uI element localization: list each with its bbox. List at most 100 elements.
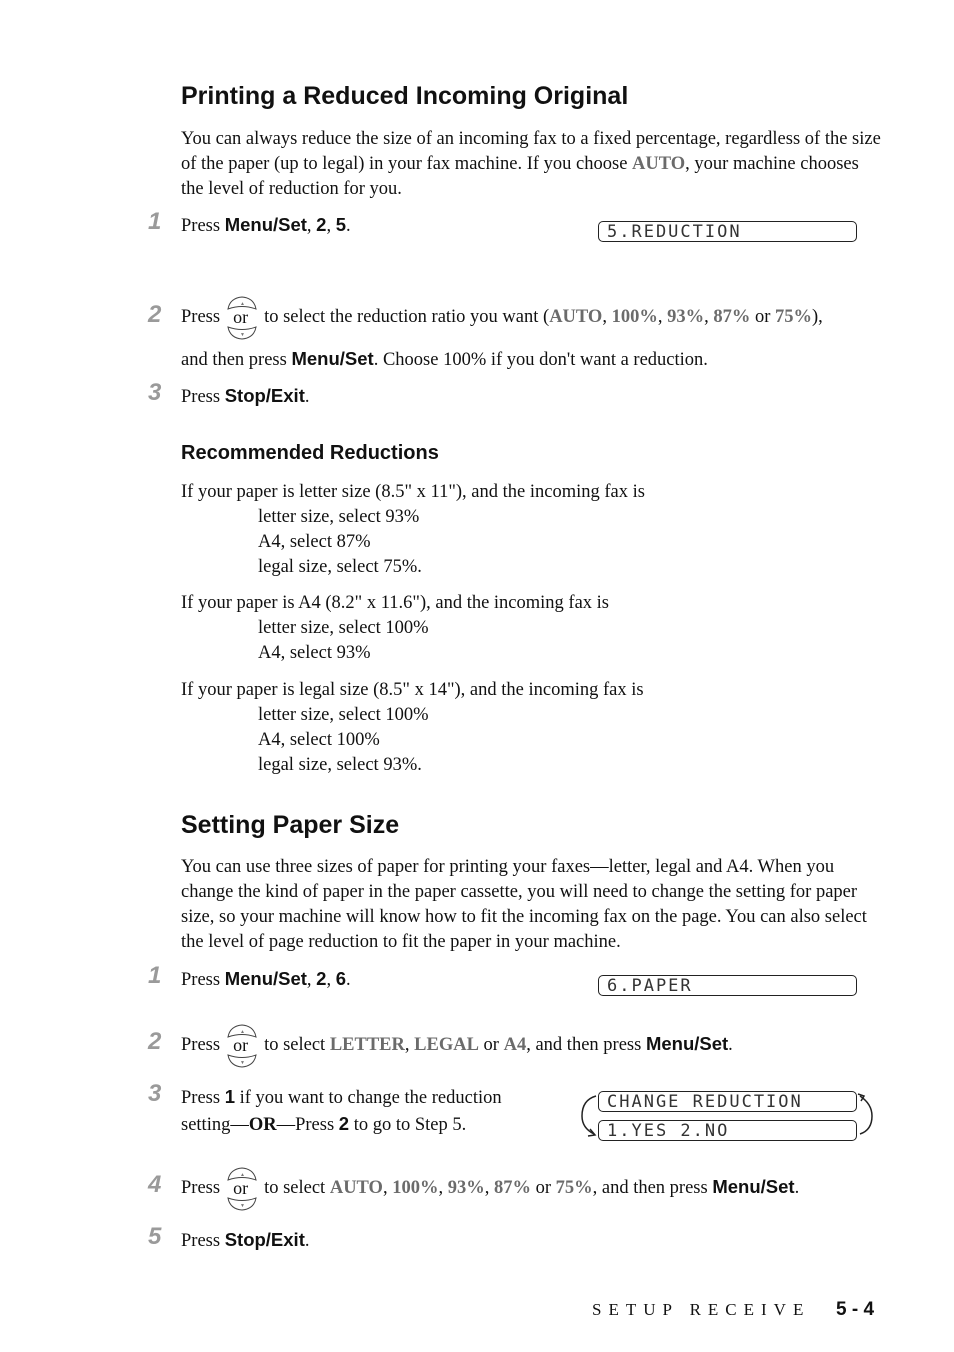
text: . — [304, 1231, 310, 1251]
step-3-line2: setting—OR—Press 2 to go to Step 5. — [181, 1111, 502, 1138]
or-label: or — [233, 1177, 249, 1198]
or-label: or — [233, 306, 249, 327]
step-2-text: Press ▲ ▼ or to select the reduction ratio y… — [181, 294, 823, 341]
text: . Choose 100% if you don't want a reduct… — [373, 350, 708, 370]
text: or — [535, 1178, 551, 1198]
text: Press — [181, 1178, 221, 1198]
reduction-intro: You can always reduce the size of an inc… — [181, 127, 881, 202]
step-3-text: Press Stop/Exit. — [181, 383, 309, 410]
step-2-line2: and then press Menu/Set. Choose 100% if … — [181, 346, 708, 373]
lcd-display-line2: 1.YES 2.NO — [598, 1120, 857, 1141]
option-100: 100% — [392, 1178, 439, 1198]
text: Press — [181, 387, 225, 407]
text: , — [326, 216, 336, 236]
option-87: 87% — [713, 307, 751, 327]
group-lead: If your paper is legal size (8.5" x 14")… — [181, 680, 644, 700]
text: . — [304, 387, 310, 407]
text: and then press — [181, 350, 292, 370]
menu-set-key: Menu/Set — [224, 968, 307, 989]
key-1: 1 — [224, 1086, 235, 1107]
step-number: 1 — [148, 962, 162, 989]
text: —Press — [276, 1115, 339, 1135]
text: Press — [181, 216, 225, 236]
navigation-arrows-icon: ▲ ▼ or — [224, 295, 260, 341]
text: to select — [264, 1035, 330, 1055]
step-2-text: Press ▲ ▼ or to select LETTER, LEGAL or A4, … — [181, 1021, 733, 1069]
step-number: 2 — [148, 301, 162, 328]
step-number: 2 — [148, 1028, 162, 1055]
navigation-arrows-icon: ▲ ▼ or — [224, 1023, 260, 1069]
text: . — [346, 970, 351, 990]
text: to go to Step 5. — [349, 1115, 467, 1135]
menu-set-key: Menu/Set — [224, 214, 307, 235]
text: or — [754, 307, 771, 327]
text: Press — [181, 1035, 221, 1055]
lcd-display: 6.PAPER — [598, 975, 857, 996]
or-label: or — [233, 1034, 249, 1055]
list-item: letter size, select 93% — [258, 507, 420, 527]
option-auto: AUTO — [329, 1178, 383, 1198]
paper-size-intro: You can use three sizes of paper for pri… — [181, 857, 867, 952]
subsection-title: Recommended Reductions — [181, 442, 439, 464]
option-100: 100% — [611, 307, 658, 327]
text: , — [326, 970, 336, 990]
option-legal: LEGAL — [414, 1035, 479, 1055]
key-2: 2 — [316, 214, 327, 235]
step-1-text: Press Menu/Set, 2, 6. — [181, 966, 351, 993]
group-lead: If your paper is letter size (8.5" x 11"… — [181, 482, 645, 502]
key-2: 2 — [316, 968, 327, 989]
stop-exit-key: Stop/Exit — [224, 385, 305, 406]
option-auto: AUTO — [549, 307, 603, 327]
step-number: 1 — [148, 208, 162, 235]
key-2: 2 — [338, 1113, 350, 1134]
menu-set-key: Menu/Set — [645, 1033, 729, 1054]
text: to select — [264, 1178, 330, 1198]
text: setting— — [181, 1115, 249, 1135]
key-5: 5 — [335, 214, 347, 235]
option-93: 93% — [447, 1178, 485, 1198]
svg-text:▼: ▼ — [240, 1061, 245, 1066]
page-number: 5 - 4 — [836, 1299, 875, 1320]
list-item: A4, select 100% — [258, 730, 380, 750]
svg-text:▼: ▼ — [240, 1204, 245, 1209]
menu-set-key: Menu/Set — [712, 1176, 795, 1197]
step-number: 3 — [148, 379, 162, 406]
list-item: A4, select 93% — [258, 643, 371, 663]
menu-set-key: Menu/Set — [291, 348, 374, 369]
reduction-group: If your paper is legal size (8.5" x 14")… — [181, 678, 881, 778]
lcd-display-line1: CHANGE REDUCTION — [598, 1091, 857, 1112]
step-4-text: Press ▲ ▼ or to select AUTO, 100%, 93%, 87% … — [181, 1164, 799, 1212]
option-87: 87% — [493, 1178, 531, 1198]
step-3-text: Press 1 if you want to change the reduct… — [181, 1084, 502, 1138]
step-number: 4 — [148, 1171, 162, 1198]
svg-text:▼: ▼ — [240, 333, 245, 338]
list-item: letter size, select 100% — [258, 705, 429, 725]
or-emphasis: OR — [248, 1115, 277, 1135]
list-item: A4, select 87% — [258, 532, 371, 552]
text: Press — [181, 307, 221, 327]
text: . — [794, 1178, 800, 1198]
section-title-reduction: Printing a Reduced Incoming Original — [181, 82, 629, 110]
key-6: 6 — [335, 968, 347, 989]
step-1-text: Press Menu/Set, 2, 5. — [181, 212, 351, 239]
footer-section-label: SETUP RECEIVE — [592, 1300, 811, 1319]
reduction-group: If your paper is letter size (8.5" x 11"… — [181, 480, 881, 580]
text: to select the reduction ratio you want ( — [264, 307, 550, 327]
text: ), — [811, 307, 823, 327]
text: . — [346, 216, 351, 236]
list-item: legal size, select 93%. — [258, 755, 422, 775]
section-title-paper-size: Setting Paper Size — [181, 811, 400, 839]
text: , — [306, 970, 317, 990]
text: or — [483, 1035, 499, 1055]
text: Press — [181, 1088, 225, 1108]
stop-exit-key: Stop/Exit — [224, 1229, 305, 1250]
option-75: 75% — [555, 1178, 593, 1198]
step-3-line1: Press 1 if you want to change the reduct… — [181, 1084, 502, 1111]
option-93: 93% — [667, 307, 705, 327]
reduction-group: If your paper is A4 (8.2" x 11.6"), and … — [181, 591, 881, 666]
navigation-arrows-icon: ▲ ▼ or — [224, 1166, 260, 1212]
option-letter: LETTER — [329, 1035, 405, 1055]
list-item: letter size, select 100% — [258, 618, 429, 638]
text: if you want to change the reduction — [234, 1088, 502, 1108]
auto-option: AUTO — [632, 154, 686, 174]
